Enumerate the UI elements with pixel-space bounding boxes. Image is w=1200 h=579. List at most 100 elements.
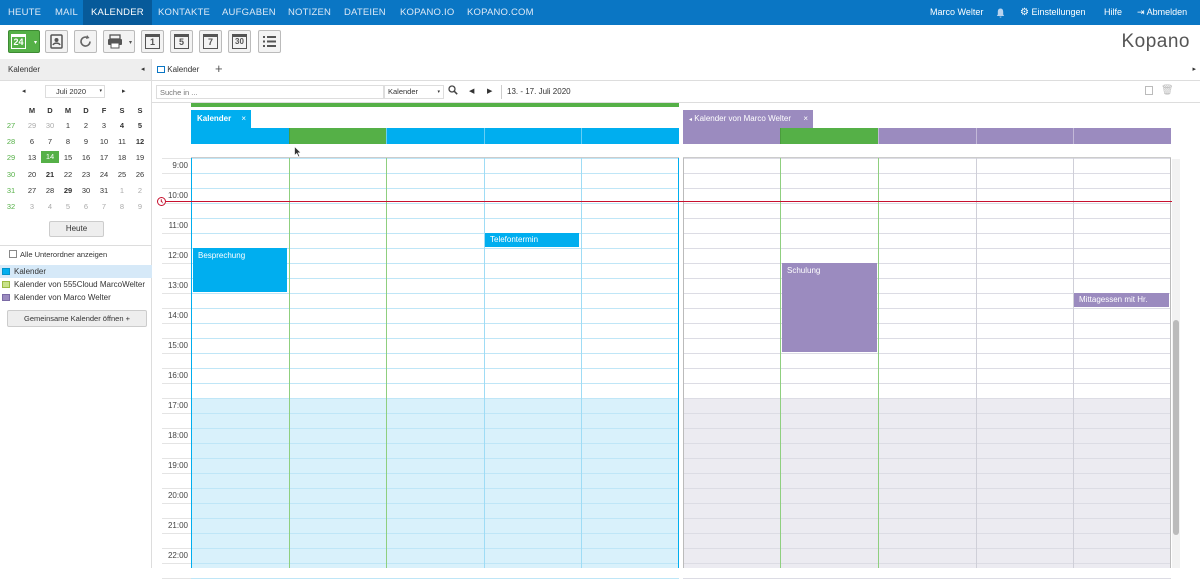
- mini-calendar-day[interactable]: 3: [23, 202, 41, 211]
- mini-calendar-day[interactable]: 23: [77, 170, 95, 179]
- day-view-button[interactable]: 1: [141, 30, 164, 53]
- day-header[interactable]: [581, 128, 679, 144]
- day-header[interactable]: [1073, 128, 1171, 144]
- scrollbar-thumb[interactable]: [1173, 320, 1179, 535]
- day-header[interactable]: [484, 128, 581, 144]
- folder-marco-welter[interactable]: Kalender von Marco Welter: [0, 291, 152, 304]
- event-mittagessen[interactable]: Mittagessen mit Hr.: [1074, 293, 1169, 307]
- mini-calendar-day[interactable]: 6: [23, 137, 41, 146]
- trash-icon[interactable]: 🗑: [1161, 85, 1174, 96]
- day-header[interactable]: [386, 128, 484, 144]
- close-icon[interactable]: ×: [241, 110, 246, 128]
- day-header[interactable]: [976, 128, 1073, 144]
- mini-calendar-day[interactable]: 2: [77, 121, 95, 130]
- mini-calendar-day[interactable]: 5: [131, 121, 149, 130]
- mini-calendar-day[interactable]: 20: [23, 170, 41, 179]
- print-button[interactable]: ▾: [103, 30, 135, 53]
- mini-calendar-day[interactable]: 8: [113, 202, 131, 211]
- mini-calendar-day[interactable]: 29: [23, 121, 41, 130]
- event-schulung[interactable]: Schulung: [782, 263, 877, 352]
- help-link[interactable]: Hilfe: [1104, 0, 1122, 25]
- mini-calendar-day[interactable]: 15: [59, 153, 77, 162]
- mini-calendar-day[interactable]: 11: [113, 137, 131, 146]
- mini-calendar-day[interactable]: 13: [23, 153, 41, 162]
- mini-calendar-day[interactable]: 7: [41, 137, 59, 146]
- settings-button[interactable]: ⚙ Einstellungen: [1020, 0, 1086, 25]
- search-input[interactable]: [156, 85, 384, 99]
- nav-kopano-io[interactable]: KOPANO.IO: [392, 0, 462, 25]
- week-view-button[interactable]: 7: [199, 30, 222, 53]
- calendar-tab-kalender[interactable]: Kalender ×: [191, 110, 251, 128]
- nav-dateien[interactable]: DATEIEN: [336, 0, 394, 25]
- close-icon[interactable]: ×: [803, 110, 808, 128]
- address-book-button[interactable]: [45, 30, 68, 53]
- nav-aufgaben[interactable]: AUFGABEN: [214, 0, 284, 25]
- mini-calendar-day[interactable]: 1: [59, 121, 77, 130]
- next-period-icon[interactable]: ▶: [487, 87, 492, 95]
- tab-kalender[interactable]: Kalender: [157, 65, 199, 74]
- day-header[interactable]: [878, 128, 976, 144]
- all-day-row[interactable]: [683, 144, 1171, 158]
- refresh-button[interactable]: [74, 30, 97, 53]
- mini-calendar-day[interactable]: 4: [41, 202, 59, 211]
- add-tab-button[interactable]: +: [215, 61, 223, 76]
- mini-calendar-day[interactable]: 16: [77, 153, 95, 162]
- search-scope-select[interactable]: Kalender ▾: [384, 85, 444, 99]
- mini-calendar-day[interactable]: 19: [131, 153, 149, 162]
- logout-button[interactable]: ⇥ Abmelden: [1137, 0, 1187, 25]
- nav-notizen[interactable]: NOTIZEN: [280, 0, 339, 25]
- nav-heute[interactable]: HEUTE: [0, 0, 49, 25]
- open-shared-calendars-button[interactable]: Gemeinsame Kalender öffnen +: [7, 310, 147, 327]
- folder-555cloud[interactable]: Kalender von 555Cloud MarcoWelter: [0, 278, 152, 291]
- mini-calendar-day[interactable]: 26: [131, 170, 149, 179]
- mini-calendar-day[interactable]: 18: [113, 153, 131, 162]
- mini-calendar-day[interactable]: 9: [77, 137, 95, 146]
- copy-icon[interactable]: [1145, 86, 1153, 95]
- mini-calendar-day[interactable]: 30: [77, 186, 95, 195]
- day-header[interactable]: [780, 128, 878, 144]
- mini-calendar-day[interactable]: 4: [113, 121, 131, 130]
- month-select[interactable]: Juli 2020 ▾: [45, 85, 105, 98]
- day-header[interactable]: [191, 128, 289, 144]
- new-appointment-button[interactable]: 24 ▾: [8, 30, 40, 53]
- nav-mail[interactable]: MAIL: [47, 0, 86, 25]
- mini-calendar-day[interactable]: 25: [113, 170, 131, 179]
- next-month-icon[interactable]: ▸: [122, 87, 126, 95]
- today-button[interactable]: Heute: [49, 221, 104, 237]
- mini-calendar-day[interactable]: 9: [131, 202, 149, 211]
- day-header[interactable]: [289, 128, 386, 144]
- mini-calendar-day[interactable]: 31: [95, 186, 113, 195]
- prev-month-icon[interactable]: ◂: [22, 87, 26, 95]
- event-telefontermin[interactable]: Telefontermin: [485, 233, 579, 247]
- mini-calendar-day[interactable]: 24: [95, 170, 113, 179]
- event-besprechung[interactable]: Besprechung: [193, 248, 287, 292]
- mini-calendar-day[interactable]: 27: [23, 186, 41, 195]
- bell-icon[interactable]: [996, 0, 1005, 25]
- collapse-right-icon[interactable]: ▸: [1192, 65, 1196, 73]
- mini-calendar-day[interactable]: 1: [113, 186, 131, 195]
- mini-calendar-day[interactable]: 21: [41, 170, 59, 179]
- workweek-view-button[interactable]: 5: [170, 30, 193, 53]
- mini-calendar-day[interactable]: 17: [95, 153, 113, 162]
- mini-calendar-day[interactable]: 14: [41, 151, 59, 164]
- mini-calendar-day[interactable]: 29: [59, 186, 77, 195]
- merge-left-icon[interactable]: ◂: [689, 117, 692, 123]
- mini-calendar-day[interactable]: 5: [59, 202, 77, 211]
- mini-calendar-day[interactable]: 30: [41, 121, 59, 130]
- nav-kontakte[interactable]: KONTAKTE: [150, 0, 218, 25]
- calendar-tab-marco-welter[interactable]: ◂ Kalender von Marco Welter ×: [683, 110, 813, 128]
- day-header[interactable]: [683, 128, 780, 144]
- folder-kalender[interactable]: Kalender: [0, 265, 152, 278]
- mini-calendar-day[interactable]: 28: [41, 186, 59, 195]
- prev-period-icon[interactable]: ◀: [469, 87, 474, 95]
- mini-calendar-day[interactable]: 3: [95, 121, 113, 130]
- subfolders-checkbox[interactable]: [9, 250, 17, 258]
- list-view-button[interactable]: [258, 30, 281, 53]
- mini-calendar-day[interactable]: 2: [131, 186, 149, 195]
- month-view-button[interactable]: 30: [228, 30, 251, 53]
- mini-calendar-day[interactable]: 7: [95, 202, 113, 211]
- mini-calendar-day[interactable]: 22: [59, 170, 77, 179]
- all-day-row[interactable]: [191, 144, 679, 158]
- nav-kopano-com[interactable]: KOPANO.COM: [459, 0, 542, 25]
- mini-calendar-day[interactable]: 6: [77, 202, 95, 211]
